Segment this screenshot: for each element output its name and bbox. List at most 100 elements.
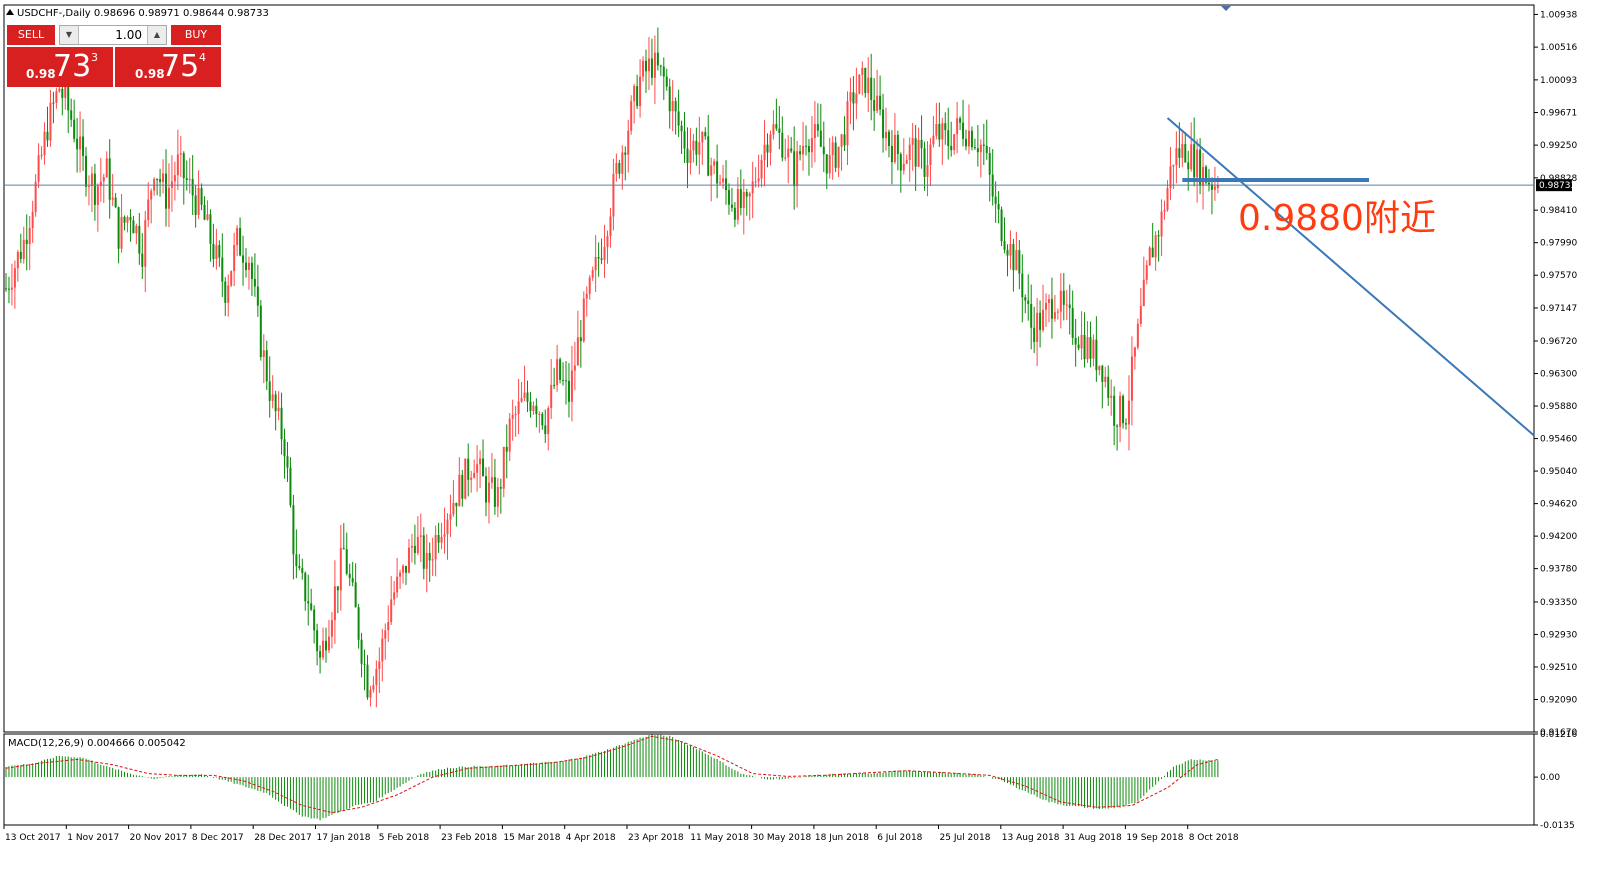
time-tick-label: 31 Aug 2018: [1064, 833, 1122, 843]
candle-body: [117, 207, 120, 249]
triangle-down-icon[interactable]: ▼: [60, 26, 79, 44]
candle-body: [182, 153, 185, 179]
candle-body: [354, 582, 357, 608]
candle-body: [416, 536, 419, 553]
candle-body: [449, 514, 452, 520]
candle-body: [707, 136, 710, 176]
candle-body: [1119, 395, 1122, 427]
candle-body: [393, 592, 396, 600]
candle-body: [1178, 148, 1181, 158]
buy-button[interactable]: BUY: [171, 25, 221, 45]
candle-body: [402, 565, 405, 573]
candle-body: [1050, 299, 1053, 319]
candle-body: [994, 196, 997, 204]
candle-body: [85, 155, 88, 187]
price-tick-label: 0.97990: [1540, 239, 1577, 249]
candle-body: [292, 505, 295, 555]
candle-body: [458, 474, 461, 507]
candle-body: [479, 458, 482, 465]
candle-body: [1116, 425, 1119, 427]
candle-body: [985, 145, 988, 154]
candle-body: [565, 380, 568, 382]
price-tick-label: 1.00938: [1540, 10, 1577, 20]
price-tick-label: 0.97570: [1540, 271, 1577, 281]
price-tick-label: 0.92930: [1540, 630, 1577, 640]
candle-body: [621, 152, 624, 174]
candle-body: [967, 130, 970, 147]
buy-price-button[interactable]: 0.98 75 4: [115, 47, 221, 87]
candle-body: [319, 651, 322, 658]
sell-button[interactable]: SELL: [7, 25, 55, 45]
candle-body: [929, 144, 932, 166]
candle-body: [268, 381, 271, 401]
candle-body: [642, 60, 645, 77]
candle-body: [126, 217, 129, 223]
candle-body: [748, 193, 751, 197]
candle-body: [313, 609, 316, 631]
candle-body: [375, 668, 378, 686]
candle-body: [1104, 376, 1107, 382]
lot-size-stepper[interactable]: ▼ 1.00 ▲: [59, 25, 167, 45]
candle-body: [1139, 306, 1142, 324]
candle-body: [597, 256, 600, 259]
price-tick-label: 0.99250: [1540, 141, 1577, 151]
candle-body: [1202, 166, 1205, 186]
candle-body: [1080, 334, 1083, 349]
candle-body: [650, 58, 653, 78]
candle-body: [659, 65, 662, 67]
candle-body: [333, 586, 336, 621]
candle-body: [239, 227, 242, 256]
candle-body: [233, 245, 236, 272]
candle-body: [5, 288, 7, 290]
candle-body: [775, 124, 778, 129]
candle-body: [230, 271, 233, 286]
candle-body: [1151, 247, 1154, 258]
price-tick-label: 0.95040: [1540, 467, 1577, 477]
price-tick-label: 1.00093: [1540, 76, 1577, 86]
price-tick-label: 0.96300: [1540, 370, 1577, 380]
time-tick-label: 23 Feb 2018: [441, 833, 497, 843]
price-tick-label: 0.94620: [1540, 500, 1577, 510]
triangle-up-icon[interactable]: ▲: [147, 26, 166, 44]
candle-body: [1196, 149, 1199, 178]
price-annotation: 0.9880附近: [1238, 198, 1436, 239]
price-tick-label: 0.97147: [1540, 304, 1577, 314]
candle-body: [467, 458, 470, 480]
sell-price-main: 73: [53, 49, 92, 84]
candle-body: [215, 245, 218, 259]
candle-body: [861, 67, 864, 75]
candle-body: [802, 145, 805, 155]
candle-body: [185, 178, 188, 180]
sell-price-button[interactable]: 0.98 73 3: [7, 47, 113, 87]
candle-body: [176, 154, 179, 176]
lot-size-input[interactable]: 1.00: [80, 26, 146, 44]
candle-body: [550, 384, 553, 409]
candle-body: [301, 567, 304, 573]
candle-body: [111, 197, 114, 200]
candle-body: [819, 130, 822, 147]
candle-body: [7, 288, 10, 290]
candle-body: [64, 86, 67, 98]
candle-body: [905, 160, 908, 164]
candle-body: [911, 138, 914, 145]
candle-body: [653, 52, 656, 78]
candle-body: [221, 257, 224, 282]
candle-body: [1136, 323, 1139, 348]
candle-body: [283, 439, 286, 457]
time-tick-label: 30 May 2018: [753, 833, 812, 843]
candle-body: [461, 474, 464, 499]
candle-body: [1042, 309, 1045, 331]
candle-body: [67, 86, 70, 111]
macd-tick-label: 0.01216: [1540, 730, 1577, 740]
candle-body: [138, 225, 141, 254]
candle-body: [298, 565, 301, 568]
candle-body: [310, 603, 313, 610]
candle-body: [256, 286, 259, 306]
candle-body: [923, 148, 926, 177]
candle-body: [988, 153, 991, 175]
candle-body: [90, 173, 93, 187]
time-tick-label: 20 Nov 2017: [130, 833, 188, 843]
chart-header: USDCHF-,Daily 0.98696 0.98971 0.98644 0.…: [17, 8, 269, 19]
candle-body: [846, 101, 849, 146]
candle-body: [727, 190, 730, 205]
